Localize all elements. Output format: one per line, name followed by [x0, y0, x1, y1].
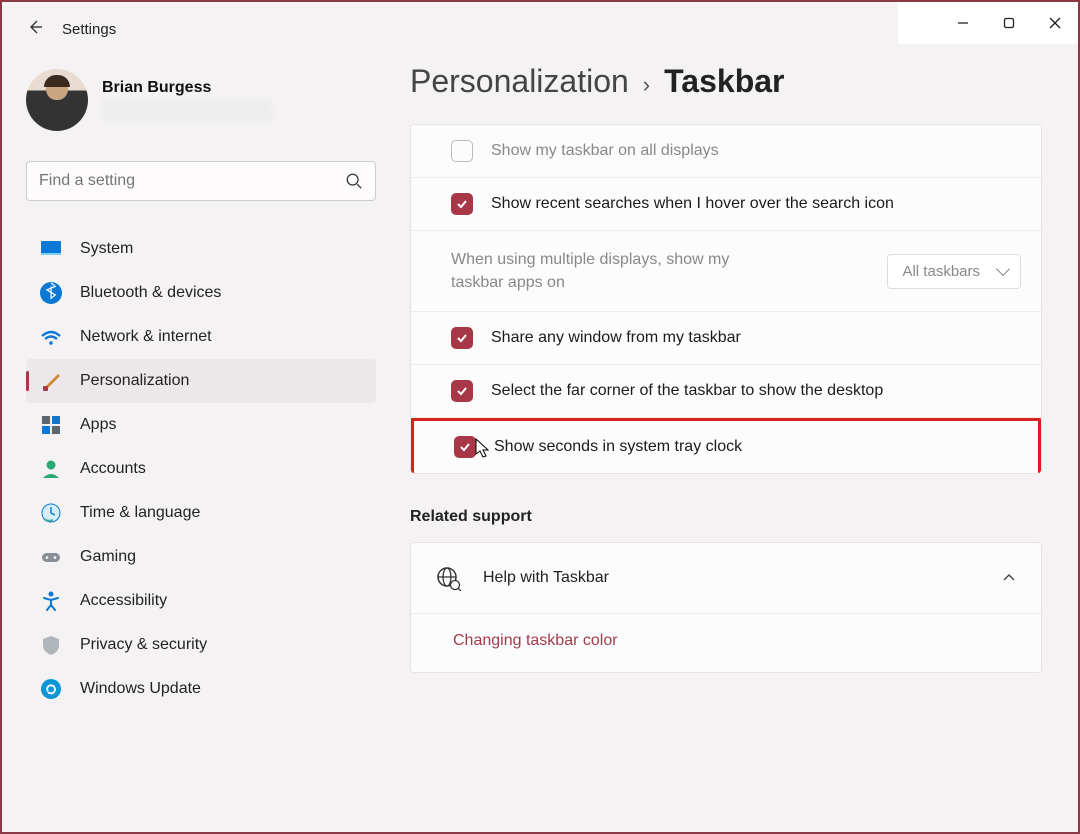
account-icon: [40, 458, 62, 480]
brush-icon: [40, 370, 62, 392]
back-button[interactable]: [26, 18, 44, 41]
setting-label: When using multiple displays, show my ta…: [451, 248, 771, 294]
nav-label: Personalization: [80, 372, 189, 390]
setting-far-corner-desktop[interactable]: Select the far corner of the taskbar to …: [411, 365, 1041, 418]
gamepad-icon: [40, 546, 62, 568]
help-with-taskbar[interactable]: Help with Taskbar: [411, 543, 1041, 613]
update-icon: [40, 678, 62, 700]
search-box[interactable]: [26, 161, 376, 201]
nav-label: Accessibility: [80, 592, 167, 610]
clock-globe-icon: [40, 502, 62, 524]
accessibility-icon: [40, 590, 62, 612]
sidebar-item-accessibility[interactable]: Accessibility: [26, 579, 376, 623]
maximize-button[interactable]: [986, 2, 1032, 44]
sidebar-item-gaming[interactable]: Gaming: [26, 535, 376, 579]
setting-label: Show seconds in system tray clock: [494, 438, 742, 456]
minimize-button[interactable]: [940, 2, 986, 44]
nav-label: Bluetooth & devices: [80, 284, 221, 302]
app-title: Settings: [62, 21, 116, 38]
sidebar-item-personalization[interactable]: Personalization: [26, 359, 376, 403]
search-icon: [345, 172, 363, 190]
taskbar-apps-select[interactable]: All taskbars: [887, 254, 1021, 289]
breadcrumb: Personalization › Taskbar: [410, 63, 1042, 100]
sidebar-item-bluetooth[interactable]: Bluetooth & devices: [26, 271, 376, 315]
bluetooth-icon: [40, 282, 62, 304]
checkbox-checked[interactable]: [454, 436, 476, 458]
checkbox-checked[interactable]: [451, 380, 473, 402]
shield-icon: [40, 634, 62, 656]
setting-recent-searches[interactable]: Show recent searches when I hover over t…: [411, 178, 1041, 231]
setting-share-window[interactable]: Share any window from my taskbar: [411, 312, 1041, 365]
nav-label: Windows Update: [80, 680, 201, 698]
checkbox-unchecked: [451, 140, 473, 162]
sidebar-item-apps[interactable]: Apps: [26, 403, 376, 447]
apps-icon: [40, 414, 62, 436]
setting-label: Select the far corner of the taskbar to …: [491, 382, 883, 400]
chevron-up-icon: [1001, 570, 1017, 586]
checkbox-checked[interactable]: [451, 193, 473, 215]
setting-label: Show my taskbar on all displays: [491, 142, 719, 160]
profile-email-blurred: [102, 100, 272, 122]
nav-label: Network & internet: [80, 328, 212, 346]
sidebar-item-system[interactable]: System: [26, 227, 376, 271]
avatar: [26, 69, 88, 131]
globe-help-icon: [435, 565, 461, 591]
help-label: Help with Taskbar: [483, 569, 979, 587]
sidebar-item-accounts[interactable]: Accounts: [26, 447, 376, 491]
setting-label: Share any window from my taskbar: [491, 329, 741, 347]
profile-card[interactable]: Brian Burgess: [26, 69, 376, 131]
setting-show-all-displays: Show my taskbar on all displays: [411, 125, 1041, 178]
taskbar-settings-card: Show my taskbar on all displays Show rec…: [410, 124, 1042, 474]
checkbox-checked[interactable]: [451, 327, 473, 349]
sidebar-item-time[interactable]: Time & language: [26, 491, 376, 535]
cursor-icon: [474, 437, 492, 459]
sidebar-item-update[interactable]: Windows Update: [26, 667, 376, 711]
support-card: Help with Taskbar Changing taskbar color: [410, 542, 1042, 673]
setting-show-seconds[interactable]: Show seconds in system tray clock: [411, 418, 1041, 473]
search-input[interactable]: [39, 172, 345, 190]
breadcrumb-parent[interactable]: Personalization: [410, 63, 629, 100]
nav-label: System: [80, 240, 133, 258]
related-support-title: Related support: [410, 508, 1042, 526]
nav-label: Apps: [80, 416, 116, 434]
close-button[interactable]: [1032, 2, 1078, 44]
sidebar-item-network[interactable]: Network & internet: [26, 315, 376, 359]
profile-name: Brian Burgess: [102, 79, 376, 97]
system-icon: [40, 238, 62, 260]
help-link-taskbar-color[interactable]: Changing taskbar color: [411, 613, 1041, 672]
nav-label: Privacy & security: [80, 636, 207, 654]
setting-multi-display-apps: When using multiple displays, show my ta…: [411, 231, 1041, 312]
chevron-right-icon: ›: [643, 72, 650, 98]
nav-label: Time & language: [80, 504, 200, 522]
breadcrumb-current: Taskbar: [664, 63, 784, 100]
wifi-icon: [40, 326, 62, 348]
setting-label: Show recent searches when I hover over t…: [491, 195, 894, 213]
nav-label: Gaming: [80, 548, 136, 566]
nav-label: Accounts: [80, 460, 146, 478]
sidebar-item-privacy[interactable]: Privacy & security: [26, 623, 376, 667]
